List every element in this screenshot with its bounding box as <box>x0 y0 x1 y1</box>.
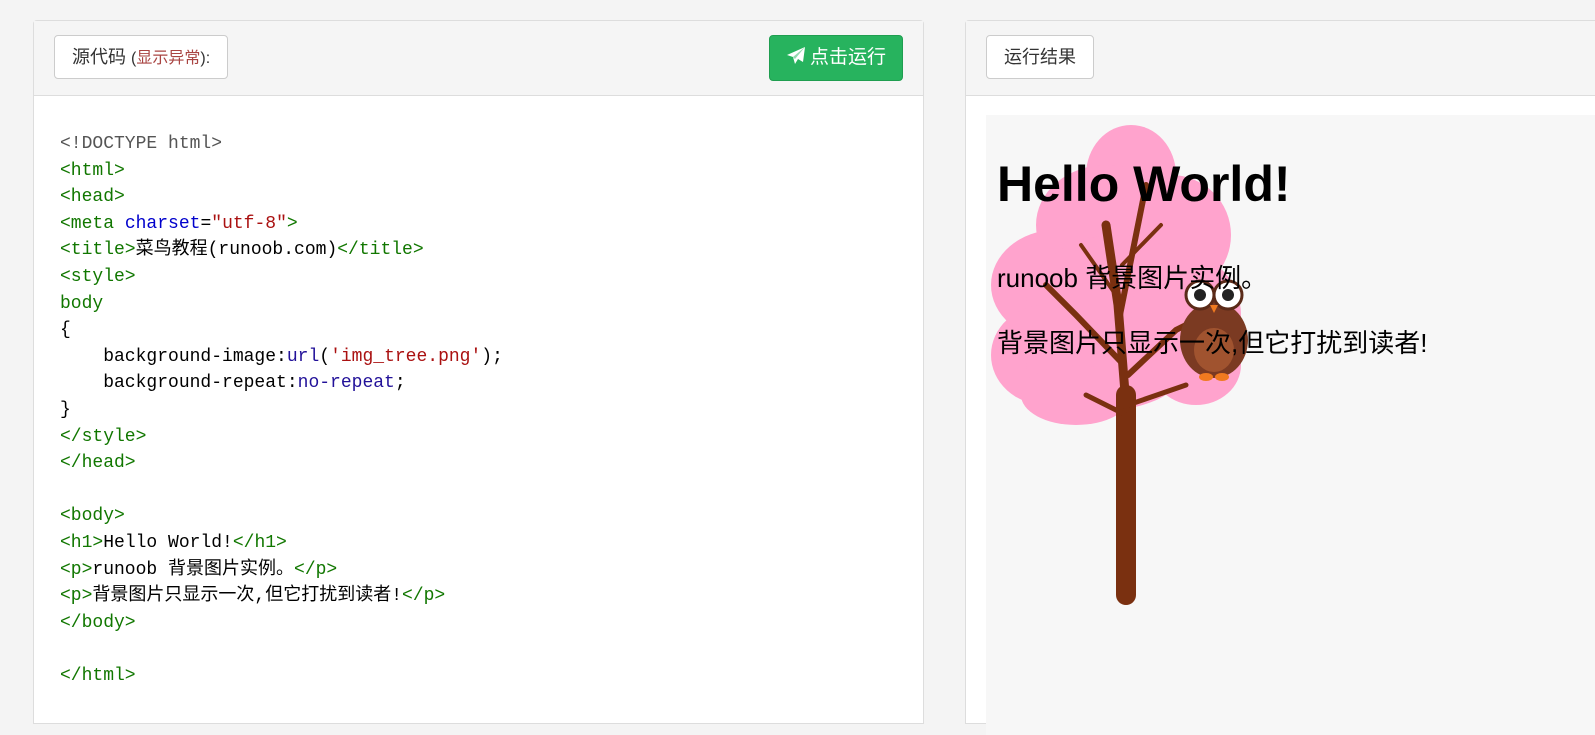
code-line: </head> <box>60 453 136 474</box>
result-tab-label: 运行结果 <box>1004 47 1076 67</box>
code-line: <p>runoob 背景图片实例。</p> <box>60 559 338 580</box>
code-line: <body> <box>60 506 125 527</box>
source-code-tab[interactable]: 源代码 (显示异常): <box>54 35 229 79</box>
result-paragraph-2: 背景图片只显示一次,但它打扰到读者! <box>997 328 1428 358</box>
code-line: </style> <box>60 426 147 447</box>
result-heading: Hello World! <box>997 156 1291 212</box>
code-editor[interactable]: <!DOCTYPE html> <html> <head> <meta charset… <box>60 131 503 689</box>
code-line: background-image:url('img_tree.png'); <box>60 346 503 367</box>
code-line: body <box>60 293 104 314</box>
source-code-tab-label: 源代码 <box>72 47 126 67</box>
code-line: </html> <box>60 665 136 686</box>
code-line: <html> <box>60 160 125 181</box>
code-line: background-repeat:no-repeat; <box>60 373 406 394</box>
code-line: <h1>Hello World!</h1> <box>60 532 287 553</box>
code-line: </body> <box>60 612 136 633</box>
code-line: <head> <box>60 187 125 208</box>
source-panel-header: 源代码 (显示异常): 点击运行 <box>34 21 923 96</box>
code-line: <style> <box>60 266 136 287</box>
code-line: <p>背景图片只显示一次,但它打扰到读者!</p> <box>60 586 446 607</box>
result-preview: Hello World! runoob 背景图片实例。 背景图片只显示一次,但它… <box>986 115 1595 735</box>
result-paragraph-1: runoob 背景图片实例。 <box>997 263 1268 293</box>
run-button[interactable]: 点击运行 <box>768 35 903 81</box>
run-button-label: 点击运行 <box>809 47 886 68</box>
code-line: <meta charset="utf-8"> <box>60 213 298 234</box>
code-line: <title>菜鸟教程(runoob.com)</title> <box>60 240 424 261</box>
result-panel-header: 运行结果 <box>966 21 1595 96</box>
code-line: <!DOCTYPE html> <box>60 134 223 154</box>
code-line: { <box>60 320 71 341</box>
source-code-panel: 源代码 (显示异常): 点击运行 <!DOCTYPE html> <html> <h… <box>33 20 924 724</box>
result-tab[interactable]: 运行结果 <box>986 35 1094 79</box>
paper-plane-icon <box>786 47 805 64</box>
code-line: } <box>60 399 71 420</box>
show-error-link[interactable]: 显示异常 <box>136 50 200 67</box>
result-panel: 运行结果 Hello World! runoob 背景图片实例。 背景图片只显示… <box>965 20 1595 735</box>
error-notice: (显示异常): <box>131 50 211 67</box>
